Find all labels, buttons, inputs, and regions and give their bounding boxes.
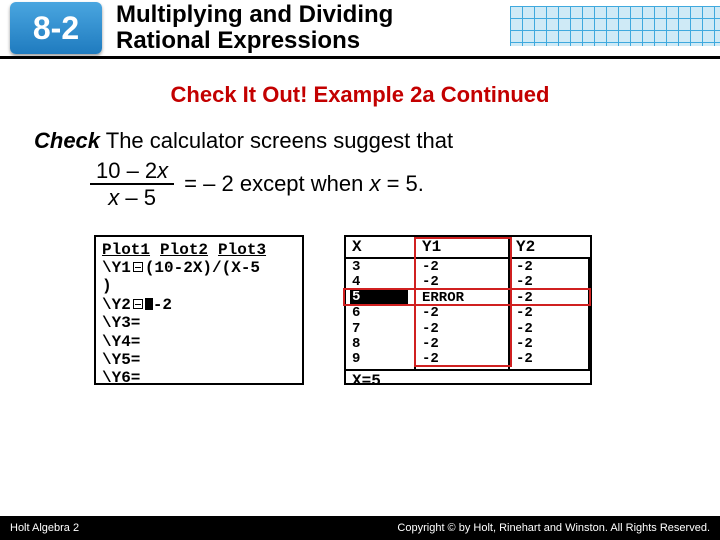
- fraction: 10 – 2x x – 5: [90, 158, 174, 211]
- equals-icon: [133, 299, 143, 309]
- calc-screen-table: X Y1 Y2 3 4 5 6 7 8 9 5 -2 -2 ERR: [344, 235, 592, 385]
- calc-y1-line: \Y1(10-2X)/(X-5: [102, 259, 296, 277]
- header-rule: [0, 56, 720, 59]
- calc-table-footer: X=5: [346, 369, 590, 391]
- body-content: Check The calculator screens suggest tha…: [0, 108, 720, 385]
- footer-course: Holt Algebra 2: [10, 522, 79, 534]
- calc-col-y2: -2 -2 -2 -2 -2 -2 -2: [510, 259, 590, 369]
- cursor-icon: [145, 298, 153, 310]
- slide-header: 8-2 Multiplying and Dividing Rational Ex…: [0, 0, 720, 64]
- calc-highlight-x: 5: [350, 290, 408, 304]
- calculator-screens: Plot1 Plot2 Plot3 \Y1(10-2X)/(X-5 ) \Y2-…: [94, 235, 686, 385]
- calc-col-x: 3 4 5 6 7 8 9 5: [346, 259, 416, 369]
- slide-footer: Holt Algebra 2 Copyright © by Holt, Rine…: [0, 516, 720, 540]
- equation-row: 10 – 2x x – 5 = – 2 except when x = 5.: [90, 158, 686, 211]
- calc-plot-tabs: Plot1 Plot2 Plot3: [102, 241, 296, 259]
- fraction-denominator: x – 5: [102, 185, 162, 210]
- calc-screen-yeditor: Plot1 Plot2 Plot3 \Y1(10-2X)/(X-5 ) \Y2-…: [94, 235, 304, 385]
- calc-table-body: 3 4 5 6 7 8 9 5 -2 -2 ERROR -2 -2 -2 -2: [346, 259, 590, 369]
- calc-col-y1: -2 -2 ERROR -2 -2 -2 -2: [416, 259, 510, 369]
- check-label: Check: [34, 128, 100, 153]
- chapter-title: Multiplying and Dividing Rational Expres…: [116, 2, 393, 55]
- fraction-numerator: 10 – 2x: [90, 158, 174, 183]
- example-subheading: Check It Out! Example 2a Continued: [0, 82, 720, 108]
- equation-rhs: = – 2 except when x = 5.: [184, 171, 424, 197]
- header-grid-decor: [510, 6, 720, 46]
- equals-icon: [133, 262, 143, 272]
- calc-y2-line: \Y2-2: [102, 296, 296, 314]
- lesson-badge: 8-2: [10, 2, 102, 54]
- lesson-number: 8-2: [33, 10, 79, 47]
- calc-table-header: X Y1 Y2: [346, 237, 590, 259]
- footer-copyright: Copyright © by Holt, Rinehart and Winsto…: [397, 522, 710, 534]
- check-sentence: Check The calculator screens suggest tha…: [34, 128, 686, 154]
